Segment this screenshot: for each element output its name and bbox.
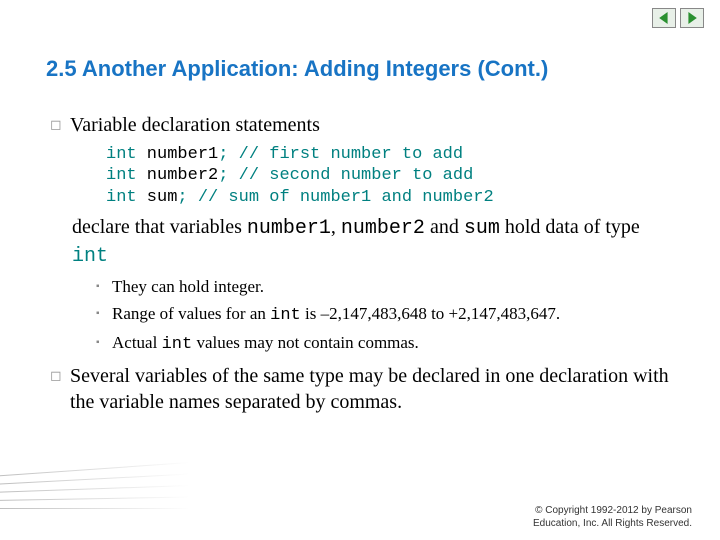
bullet-1-text: Variable declaration statements [70,112,320,138]
triangle-right-icon [686,12,698,24]
sub-bullet-3-text: Actual int values may not contain commas… [112,332,419,357]
code-line-1: int number1; // first number to add [106,144,680,165]
sub-bullet-1: ▪ They can hold integer. [96,276,680,299]
next-button[interactable] [680,8,704,28]
sub-bullet-marker: ▪ [96,303,112,319]
prev-button[interactable] [652,8,676,28]
sub-bullet-marker: ▪ [96,332,112,348]
copyright-line-1: © Copyright 1992-2012 by Pearson [0,504,692,517]
code-block: int number1; // first number to add int … [106,144,680,208]
sub-bullet-marker: ▪ [96,276,112,292]
code-line-2: int number2; // second number to add [106,165,680,186]
triangle-left-icon [658,12,670,24]
copyright: © Copyright 1992-2012 by Pearson Educati… [0,504,692,530]
bullet-2-text: Several variables of the same type may b… [70,363,680,415]
slide-title: 2.5 Another Application: Adding Integers… [46,56,548,82]
slide-body: ◻ Variable declaration statements int nu… [50,112,680,419]
bullet-2: ◻ Several variables of the same type may… [50,363,680,415]
sub-bullet-2: ▪ Range of values for an int is –2,147,4… [96,303,680,328]
bullet-1-continuation: declare that variables number1, number2 … [72,214,680,270]
bullet-1: ◻ Variable declaration statements [50,112,680,138]
copyright-line-2: Education, Inc. All Rights Reserved. [0,517,692,530]
code-line-3: int sum; // sum of number1 and number2 [106,187,680,208]
bullet-marker: ◻ [50,112,70,133]
sub-bullet-3: ▪ Actual int values may not contain comm… [96,332,680,357]
sub-bullet-2-text: Range of values for an int is –2,147,483… [112,303,560,328]
sub-bullet-1-text: They can hold integer. [112,276,264,299]
bullet-marker: ◻ [50,363,70,384]
